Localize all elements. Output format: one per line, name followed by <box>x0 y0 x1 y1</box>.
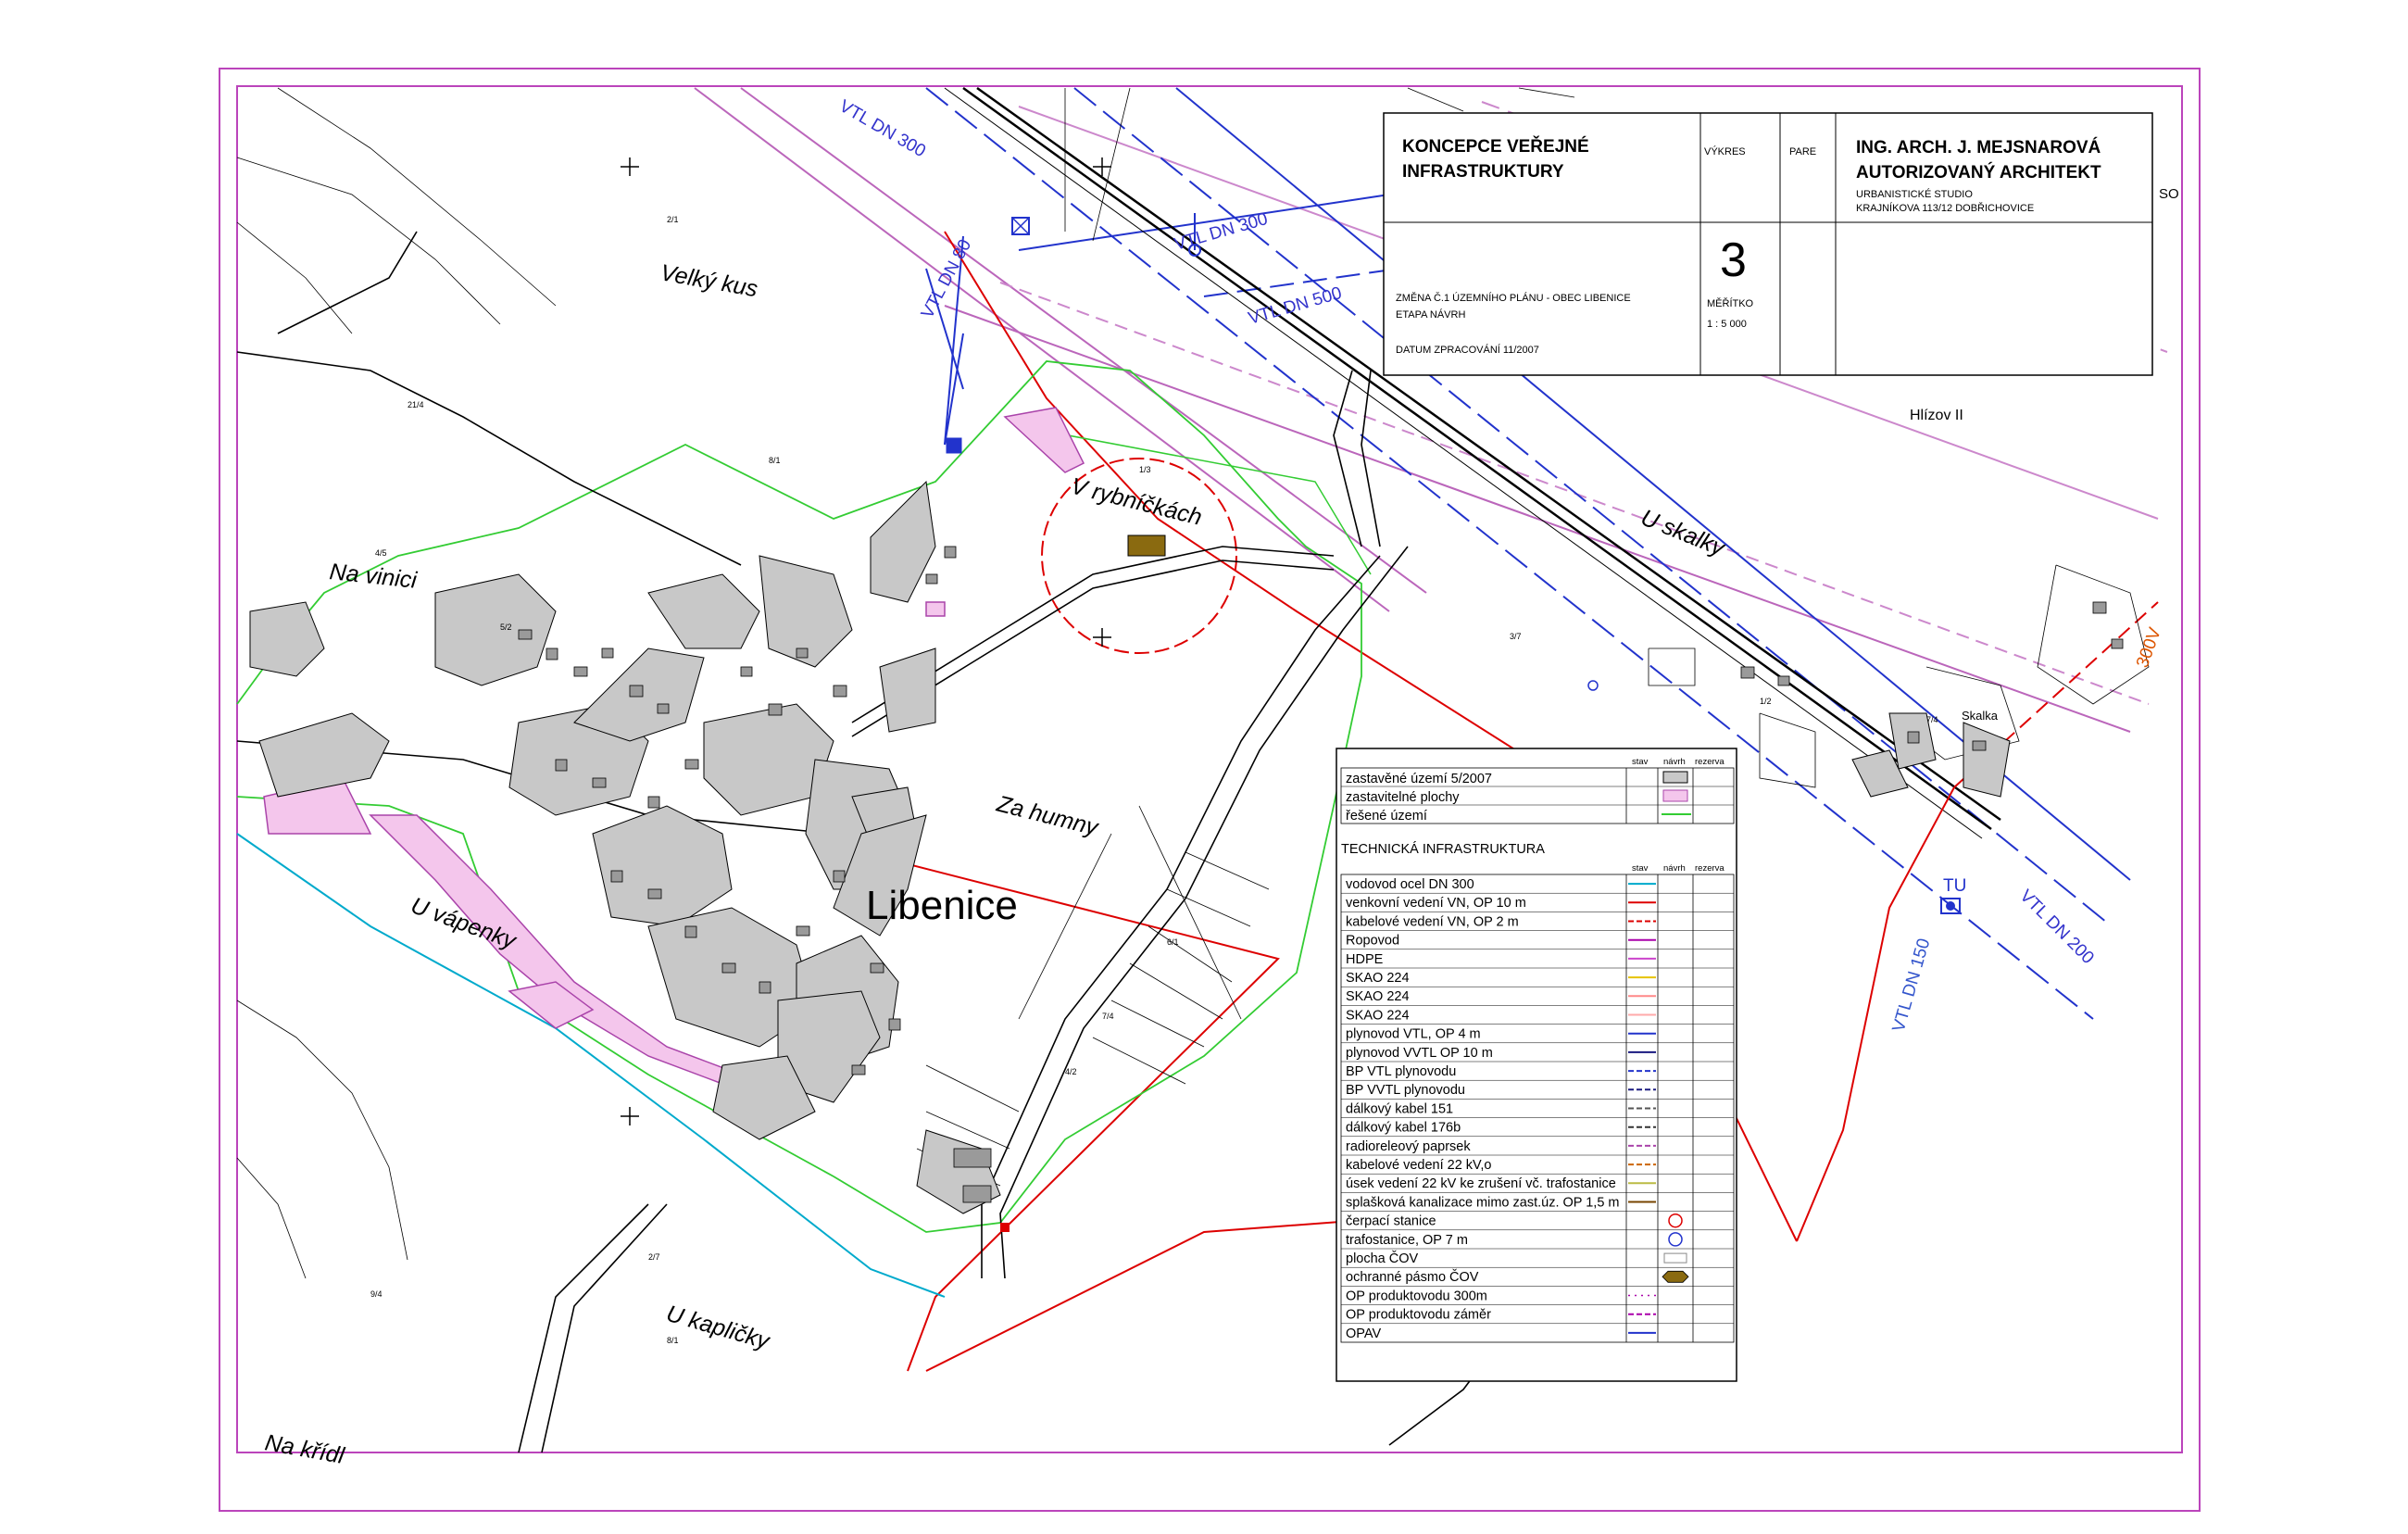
label-tu: TU <box>1943 876 1966 896</box>
legend-row-label: BP VTL plynovodu <box>1346 1064 1456 1079</box>
place-velky-kus: Velký kus <box>658 259 759 302</box>
label-vtl-80: VTL DN 80 <box>918 236 975 321</box>
legend-top-label-2: řešené území <box>1346 809 1427 824</box>
studio-line-1: URBANISTICKÉ STUDIO <box>1856 188 1973 200</box>
svg-text:2/7: 2/7 <box>648 1252 660 1262</box>
title-line-2: INFRASTRUKTURY <box>1402 162 1564 182</box>
title-line-1: KONCEPCE VEŘEJNÉ <box>1402 136 1589 157</box>
place-hlizov: Hlízov II <box>1910 408 1963 423</box>
legend-row-label: Ropovod <box>1346 934 1399 949</box>
svg-text:1/2: 1/2 <box>1760 697 1772 706</box>
legend-col-stav-top: stav <box>1632 757 1649 767</box>
pare-label: PARE <box>1789 146 1816 157</box>
svg-text:8/1: 8/1 <box>769 456 781 465</box>
svg-text:4/5: 4/5 <box>375 548 387 558</box>
svg-text:9/4: 9/4 <box>370 1289 383 1299</box>
scale-value: 1 : 5 000 <box>1707 319 1747 330</box>
svg-text:3/7: 3/7 <box>1510 632 1522 641</box>
svg-text:2/1: 2/1 <box>667 215 679 224</box>
change-line-2: ETAPA NÁVRH <box>1396 308 1465 321</box>
legend-row-label: dálkový kabel 176b <box>1346 1121 1461 1136</box>
legend-col-rezerva: rezerva <box>1695 863 1724 874</box>
studio-line-2: KRAJNÍKOVA 113/12 DOBŘICHOVICE <box>1856 202 2034 214</box>
legend-symbol-rect <box>1663 1252 1687 1264</box>
svg-text:8/1: 8/1 <box>667 1336 679 1345</box>
place-u-kaplicky: U kapličky <box>663 1301 773 1355</box>
svg-text:5/2: 5/2 <box>500 622 512 632</box>
side-mark: SO <box>2159 186 2179 202</box>
svg-text:1/3: 1/3 <box>1139 465 1151 474</box>
legend-row-label: radioreleový paprsek <box>1346 1139 1471 1154</box>
legend-col-rezerva-top: rezerva <box>1695 757 1724 767</box>
legend-col-stav: stav <box>1632 863 1649 874</box>
legend-row-label: SKAO 224 <box>1346 971 1410 986</box>
svg-text:6/1: 6/1 <box>1167 937 1179 947</box>
legend-row-label: dálkový kabel 151 <box>1346 1101 1453 1116</box>
svg-text:7/4: 7/4 <box>1102 1012 1114 1021</box>
legend-swatch-developable <box>1662 789 1688 802</box>
svg-text:7/4: 7/4 <box>1926 715 1938 724</box>
place-libenice: Libenice <box>866 883 1018 928</box>
label-vtl-300-mid: VTL DN 300 <box>1173 209 1271 255</box>
legend-row-label: vodovod ocel DN 300 <box>1346 877 1474 892</box>
legend-top-label-1: zastavitelné plochy <box>1346 790 1460 805</box>
place-v-rybnickach: V rybníčkách <box>1069 473 1205 531</box>
legend: stav návrh rezerva zastavěné území 5/200… <box>1336 748 1737 1382</box>
legend-symbol-octagon <box>1662 1270 1689 1283</box>
place-za-humny: Za humny <box>994 790 1102 841</box>
place-skalka: Skalka <box>1962 709 1999 723</box>
legend-row-label: venkovní vedení VN, OP 10 m <box>1346 896 1526 911</box>
legend-row-label: SKAO 224 <box>1346 989 1410 1004</box>
change-line-1: ZMĚNA Č.1 ÚZEMNÍHO PLÁNU - OBEC LIBENICE <box>1396 292 1631 304</box>
legend-row-label: HDPE <box>1346 952 1384 967</box>
legend-row-label: plocha ČOV <box>1346 1251 1419 1266</box>
legend-row-label: úsek vedení 22 kV ke zrušení vč. trafost… <box>1346 1176 1616 1191</box>
legend-row-label: ochranné pásmo ČOV <box>1346 1269 1479 1285</box>
vykres-label: VÝKRES <box>1704 145 1746 157</box>
legend-row-label: kabelové vedení VN, OP 2 m <box>1346 914 1519 929</box>
legend-row-label: plynovod VVTL OP 10 m <box>1346 1046 1493 1061</box>
legend-row-label: splašková kanalizace mimo zast.úz. OP 1,… <box>1346 1195 1620 1210</box>
architect-line-1: ING. ARCH. J. MEJSNAROVÁ <box>1856 137 2101 157</box>
legend-row-label: SKAO 224 <box>1346 1008 1410 1023</box>
place-u-skalky: U skalky <box>1637 505 1729 562</box>
legend-section-title: TECHNICKÁ INFRASTRUKTURA <box>1341 841 1545 857</box>
svg-text:4/2: 4/2 <box>1065 1067 1077 1076</box>
legend-swatch-built-up <box>1662 771 1688 784</box>
planning-map: 2/1 21/4 4/5 1/3 7/4 4/2 8/1 5/2 1/2 3/7 7/4 8/1… <box>219 68 2201 1512</box>
place-na-kridle: Na křídl <box>263 1429 347 1469</box>
legend-top-label-0: zastavěné území 5/2007 <box>1346 772 1492 786</box>
legend-row-label: trafostanice, OP 7 m <box>1346 1233 1468 1248</box>
date-line: DATUM ZPRACOVÁNÍ 11/2007 <box>1396 344 1539 356</box>
legend-row-label: OPAV <box>1346 1327 1381 1341</box>
place-names: Velký kus Na vinici V rybníčkách U skalk… <box>263 259 1999 1469</box>
architect-line-2: AUTORIZOVANÝ ARCHITEKT <box>1856 162 2101 182</box>
svg-text:21/4: 21/4 <box>408 400 424 409</box>
label-dn300-right: 300V <box>2133 625 2165 671</box>
label-vtl-150: VTL DN 150 <box>1889 937 1935 1035</box>
legend-row-label: čerpací stanice <box>1346 1214 1436 1229</box>
label-vtl-200: VTL DN 200 <box>2015 886 2097 968</box>
legend-row-label: OP produktovodu 300m <box>1346 1289 1487 1303</box>
sheet-number: 3 <box>1720 233 1747 287</box>
legend-row-label: BP VVTL plynovodu <box>1346 1083 1465 1098</box>
place-na-vinici: Na vinici <box>328 559 419 594</box>
legend-row-label: kabelové vedení 22 kV,o <box>1346 1158 1491 1173</box>
legend-col-navrh-top: návrh <box>1663 757 1686 767</box>
legend-row-label: plynovod VTL, OP 4 m <box>1346 1027 1481 1042</box>
legend-col-navrh: návrh <box>1663 863 1686 874</box>
scale-label: MĚŘÍTKO <box>1707 297 1754 309</box>
label-vtl-300-top: VTL DN 300 <box>836 96 929 161</box>
legend-row-label: OP produktovodu záměr <box>1346 1308 1491 1323</box>
title-block: KONCEPCE VEŘEJNÉ INFRASTRUKTURY VÝKRES P… <box>1383 112 2179 376</box>
